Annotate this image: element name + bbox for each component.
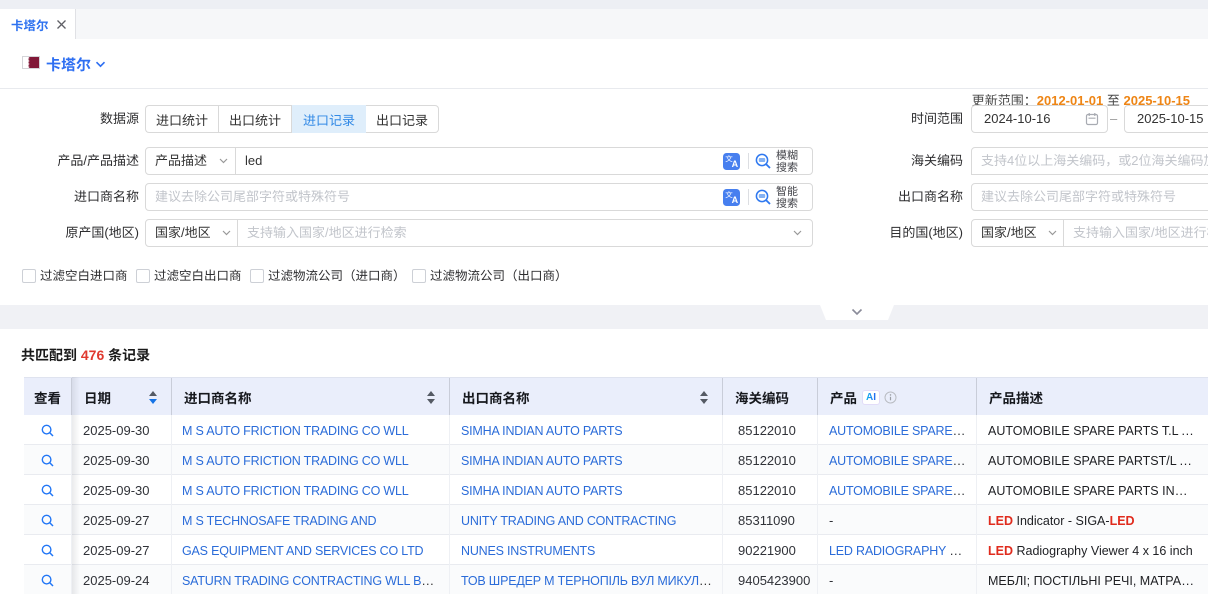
- svg-text:A: A: [732, 195, 739, 205]
- svg-text:A: A: [732, 159, 739, 169]
